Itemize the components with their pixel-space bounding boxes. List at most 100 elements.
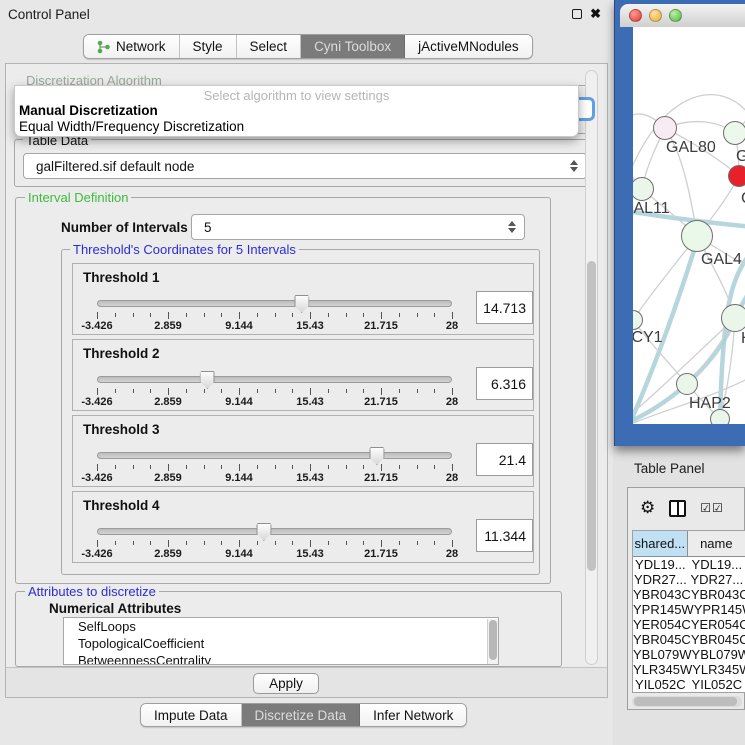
tab-network[interactable]: Network — [84, 35, 180, 58]
apply-button[interactable]: Apply — [253, 673, 319, 694]
thresholds-title: Threshold's Coordinates for 5 Intervals — [70, 242, 299, 257]
scale-label: -3.426 — [81, 472, 112, 484]
threshold-value-field[interactable]: 21.4 — [476, 443, 533, 476]
number-of-intervals-value: 5 — [192, 220, 504, 235]
attribute-item[interactable]: SelfLoops — [64, 618, 498, 635]
network-node-GAL4[interactable] — [681, 220, 713, 252]
tab-select[interactable]: Select — [237, 35, 302, 58]
ruler-tick — [434, 389, 435, 393]
threshold-row-3: Threshold 3-3.4262.8599.14415.4321.71528… — [72, 415, 534, 487]
network-node[interactable] — [710, 409, 730, 424]
network-window-titlebar[interactable] — [620, 4, 745, 27]
threshold-row-1: Threshold 1-3.4262.8599.14415.4321.71528… — [72, 263, 534, 335]
network-node-C[interactable] — [728, 165, 745, 187]
table-horizontal-scrollbar[interactable] — [632, 696, 742, 707]
table-row[interactable]: YBL079WYBL079W — [633, 647, 745, 662]
ruler-tick — [381, 464, 382, 471]
slider-ruler — [97, 311, 452, 320]
ruler-tick — [310, 464, 311, 471]
cell-name: YBR043C — [691, 587, 745, 602]
algorithm-option-equal-width[interactable]: Equal Width/Frequency Discretization — [15, 119, 578, 135]
ruler-tick — [417, 465, 418, 469]
table-horizontal-scrollbar-thumb[interactable] — [634, 697, 737, 706]
network-node-G[interactable] — [723, 121, 745, 145]
ruler-tick — [275, 389, 276, 393]
table-row[interactable]: YDR27...YDR27... — [633, 572, 745, 587]
tab-discretize-data[interactable]: Discretize Data — [242, 704, 361, 726]
threshold-slider[interactable] — [97, 528, 452, 535]
scale-label: 28 — [446, 472, 458, 484]
scale-label: 21.715 — [364, 472, 398, 484]
tab-impute-data[interactable]: Impute Data — [141, 704, 242, 726]
threshold-slider[interactable] — [97, 376, 452, 383]
ruler-tick — [186, 313, 187, 317]
ruler-tick — [275, 313, 276, 317]
table-rows: YDL19...YDL19...YDR27...YDR27...YBR043CY… — [633, 557, 745, 692]
threshold-value-field[interactable]: 11.344 — [476, 519, 533, 552]
select-columns-icon[interactable]: ☑☑ — [700, 501, 724, 515]
algorithm-dropdown-popup: Select algorithm to view settings Manual… — [14, 85, 579, 137]
network-node-HAP2[interactable] — [676, 373, 698, 395]
table-row[interactable]: YBR045CYBR045C — [633, 632, 745, 647]
threshold-value-field[interactable]: 6.316 — [476, 367, 533, 400]
tab-jactivemnodules[interactable]: jActiveMNodules — [405, 35, 532, 58]
minimize-traffic-light-icon[interactable] — [649, 9, 662, 22]
network-node-H[interactable] — [721, 304, 745, 332]
ruler-tick — [328, 313, 329, 317]
tab-label: Infer Network — [373, 708, 453, 723]
attributes-scrollbar[interactable] — [487, 619, 498, 665]
close-traffic-light-icon[interactable] — [629, 9, 642, 22]
table-row[interactable]: YPR145WYPR145W — [633, 602, 745, 617]
network-node-GAL80[interactable] — [653, 116, 677, 140]
tab-cyni-toolbox[interactable]: Cyni Toolbox — [301, 35, 405, 58]
attribute-item[interactable]: TopologicalCoefficient — [64, 635, 498, 652]
column-header-shared-name[interactable]: shared... — [633, 531, 688, 556]
algorithm-option-manual[interactable]: Manual Discretization — [15, 103, 578, 119]
content-vertical-scrollbar[interactable] — [585, 70, 598, 665]
ruler-tick — [381, 540, 382, 547]
number-of-intervals-combobox[interactable]: 5 — [191, 214, 525, 240]
network-canvas[interactable]: GAL80G.CGAL11GAL4GCY1HHAP2 — [633, 27, 745, 424]
numerical-attributes-list[interactable]: SelfLoopsTopologicalCoefficientBetweenne… — [63, 617, 499, 665]
float-window-icon[interactable] — [572, 9, 582, 19]
ruler-tick — [434, 541, 435, 545]
gear-icon[interactable]: ⚙ — [640, 498, 655, 518]
table-row[interactable]: YLR345WYLR345W — [633, 662, 745, 677]
ruler-tick — [150, 541, 151, 545]
node-label: GCY1 — [633, 329, 663, 347]
ruler-tick — [328, 541, 329, 545]
ruler-tick — [115, 313, 116, 317]
table-row[interactable]: YIL052CYIL052C — [633, 677, 745, 692]
table-row[interactable]: YER054CYER054C — [633, 617, 745, 632]
ruler-tick — [204, 541, 205, 545]
table-panel-body: ⚙ ☑☑ shared... name YDL19...YDL19...YDR2… — [627, 487, 745, 710]
node-label: GAL4 — [701, 251, 742, 269]
close-icon[interactable]: ✖ — [590, 9, 601, 19]
table-data-combobox[interactable]: galFiltered.sif default node — [23, 153, 587, 179]
cell-shared-name: YDR27... — [633, 572, 688, 587]
ruler-tick — [310, 540, 311, 547]
threshold-slider[interactable] — [97, 452, 452, 459]
tab-style[interactable]: Style — [180, 35, 237, 58]
ruler-tick — [257, 389, 258, 393]
columns-icon[interactable] — [669, 500, 686, 517]
column-header-name[interactable]: name — [688, 531, 745, 556]
attributes-scrollbar-thumb[interactable] — [489, 620, 497, 660]
table-row[interactable]: YBR043CYBR043C — [633, 587, 745, 602]
tab-infer-network[interactable]: Infer Network — [360, 704, 466, 726]
threshold-slider[interactable] — [97, 300, 452, 307]
cell-shared-name: YBR045C — [633, 632, 691, 647]
threshold-value-field[interactable]: 14.713 — [476, 291, 533, 324]
scale-label: 9.144 — [225, 472, 253, 484]
cell-shared-name: YDL19... — [633, 557, 688, 572]
ruler-tick — [239, 388, 240, 395]
zoom-traffic-light-icon[interactable] — [669, 9, 682, 22]
tab-label: Impute Data — [154, 708, 228, 723]
node-table[interactable]: shared... name YDL19...YDL19...YDR27...Y… — [632, 530, 745, 693]
cell-shared-name: YBR043C — [633, 587, 691, 602]
table-row[interactable]: YDL19...YDL19... — [633, 557, 745, 572]
threshold-label: Threshold 2 — [83, 346, 160, 361]
attribute-item[interactable]: BetweennessCentrality — [64, 652, 498, 665]
slider-ruler — [97, 387, 452, 396]
content-vertical-scrollbar-thumb[interactable] — [587, 261, 596, 571]
